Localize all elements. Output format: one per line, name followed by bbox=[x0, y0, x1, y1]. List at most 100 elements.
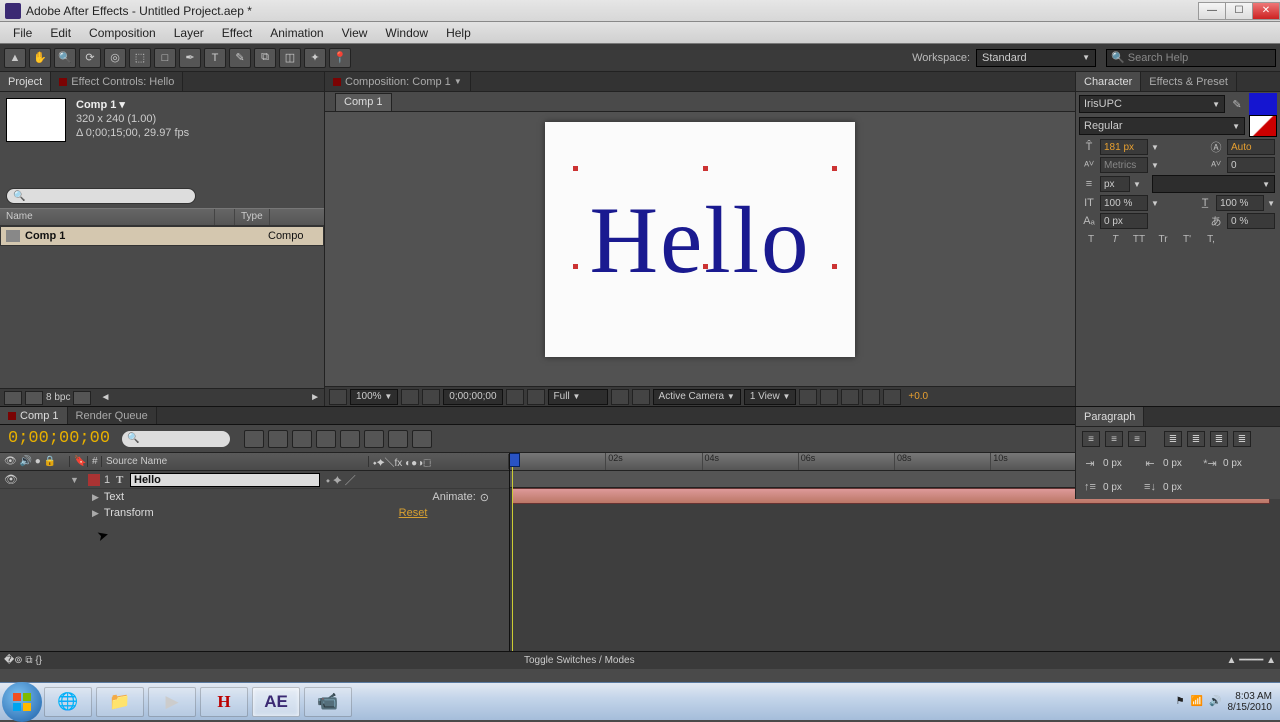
leading-field[interactable]: Auto bbox=[1227, 139, 1275, 155]
kerning-field[interactable]: Metrics bbox=[1100, 157, 1148, 173]
menu-effect[interactable]: Effect bbox=[213, 24, 261, 42]
font-family-select[interactable]: IrisUPC▼ bbox=[1079, 95, 1225, 113]
space-after[interactable]: 0 px bbox=[1163, 482, 1197, 493]
menu-animation[interactable]: Animation bbox=[261, 24, 332, 42]
tray-flag-icon[interactable]: ⚑ bbox=[1176, 696, 1185, 707]
roi-icon[interactable] bbox=[611, 389, 629, 405]
stroke-style-select[interactable]: ▼ bbox=[1152, 175, 1275, 193]
menu-help[interactable]: Help bbox=[437, 24, 480, 42]
bpc-toggle[interactable]: 8 bpc bbox=[46, 392, 70, 403]
tab-character[interactable]: Character bbox=[1076, 72, 1141, 91]
exposure-value[interactable]: +0.0 bbox=[908, 391, 928, 402]
tab-effects-presets[interactable]: Effects & Preset bbox=[1141, 72, 1237, 91]
toggle-switches-button[interactable]: Toggle Switches / Modes bbox=[524, 655, 635, 666]
workspace-select[interactable]: Standard▼ bbox=[976, 49, 1096, 67]
allcaps-button[interactable]: TT bbox=[1130, 234, 1148, 250]
fill-color-swatch[interactable] bbox=[1249, 93, 1277, 115]
playhead[interactable] bbox=[512, 453, 513, 651]
motion-blur-button[interactable] bbox=[340, 430, 360, 448]
text-layer-hello[interactable]: Hello bbox=[589, 185, 810, 295]
current-timecode[interactable]: 0;00;00;00 bbox=[0, 429, 118, 448]
view-select[interactable]: 1 View ▼ bbox=[744, 389, 797, 405]
safe-zones-icon[interactable] bbox=[401, 389, 419, 405]
current-time[interactable]: 0;00;00;00 bbox=[443, 389, 502, 405]
project-search[interactable]: 🔍 bbox=[6, 188, 196, 204]
font-style-select[interactable]: Regular▼ bbox=[1079, 117, 1245, 135]
toggle-switches-icon[interactable]: �⊚ ⧉ {} bbox=[4, 655, 42, 666]
puppet-tool[interactable]: 📍 bbox=[329, 48, 351, 68]
tab-comp1-viewer[interactable]: Comp 1 bbox=[335, 93, 392, 112]
justify-left-button[interactable]: ≣ bbox=[1164, 431, 1182, 447]
align-left-button[interactable]: ≡ bbox=[1082, 431, 1100, 447]
italic-button[interactable]: T bbox=[1106, 234, 1124, 250]
menu-composition[interactable]: Composition bbox=[80, 24, 165, 42]
camera-select[interactable]: Active Camera ▼ bbox=[653, 389, 741, 405]
taskbar-ie[interactable]: 🌐 bbox=[44, 687, 92, 717]
reset-link[interactable]: Reset bbox=[399, 507, 428, 519]
camera-tool[interactable]: ◎ bbox=[104, 48, 126, 68]
tab-composition-header[interactable]: Composition: Comp 1 ▼ bbox=[325, 72, 471, 91]
tray-volume-icon[interactable]: 🔊 bbox=[1209, 696, 1221, 707]
hand-tool[interactable]: ✋ bbox=[29, 48, 51, 68]
start-button[interactable] bbox=[2, 682, 42, 722]
space-before[interactable]: 0 px bbox=[1103, 482, 1137, 493]
menu-edit[interactable]: Edit bbox=[41, 24, 80, 42]
auto-keyframe-button[interactable] bbox=[388, 430, 408, 448]
tab-paragraph[interactable]: Paragraph bbox=[1076, 407, 1144, 426]
tab-effect-controls[interactable]: Effect Controls: Hello bbox=[51, 72, 183, 91]
taskbar-camtasia[interactable]: 📹 bbox=[304, 687, 352, 717]
system-tray[interactable]: ⚑ 📶 🔊 8:03 AM8/15/2010 bbox=[1176, 691, 1280, 713]
layer-color-swatch[interactable] bbox=[88, 474, 100, 486]
project-item-comp1[interactable]: Comp 1 Compo bbox=[0, 226, 324, 246]
taskbar-wmp[interactable]: ▶ bbox=[148, 687, 196, 717]
baseline-field[interactable]: 0 px bbox=[1100, 213, 1148, 229]
draft-3d-button[interactable] bbox=[268, 430, 288, 448]
animate-menu[interactable]: Animate: ⊙ bbox=[432, 491, 489, 504]
composition-viewer[interactable]: Hello bbox=[325, 112, 1075, 386]
subscript-button[interactable]: T, bbox=[1202, 234, 1220, 250]
indent-left[interactable]: 0 px bbox=[1103, 458, 1137, 469]
align-center-button[interactable]: ≡ bbox=[1105, 431, 1123, 447]
tray-network-icon[interactable]: 📶 bbox=[1191, 696, 1203, 707]
tab-render-queue[interactable]: Render Queue bbox=[68, 407, 157, 424]
frame-blend-button[interactable] bbox=[316, 430, 336, 448]
tray-clock[interactable]: 8:03 AM8/15/2010 bbox=[1228, 691, 1273, 713]
justify-all-button[interactable]: ≣ bbox=[1233, 431, 1251, 447]
font-size-field[interactable]: 181 px bbox=[1100, 139, 1148, 155]
timeline-icon[interactable] bbox=[841, 389, 859, 405]
menu-view[interactable]: View bbox=[333, 24, 377, 42]
transparency-icon[interactable] bbox=[632, 389, 650, 405]
comp-mini-flowchart[interactable] bbox=[244, 430, 264, 448]
layer-prop-transform[interactable]: ▶Transform Reset bbox=[0, 505, 509, 521]
eyedropper-icon[interactable]: ✎ bbox=[1229, 96, 1245, 112]
fast-preview-icon[interactable] bbox=[820, 389, 838, 405]
pixel-aspect-icon[interactable] bbox=[799, 389, 817, 405]
channel-icon[interactable] bbox=[527, 389, 545, 405]
stroke-color-swatch[interactable] bbox=[1249, 115, 1277, 137]
close-button[interactable]: ✕ bbox=[1252, 2, 1280, 20]
clone-tool[interactable]: ⧉ bbox=[254, 48, 276, 68]
tab-timeline-comp1[interactable]: Comp 1 bbox=[0, 407, 68, 424]
search-help[interactable]: 🔍 Search Help bbox=[1106, 49, 1276, 67]
visibility-icon[interactable]: 👁 bbox=[4, 473, 18, 486]
menu-window[interactable]: Window bbox=[376, 24, 437, 42]
layer-row-1[interactable]: 👁 ▼ 1 T ⬩ ✦ ／ bbox=[0, 471, 509, 489]
graph-editor-button[interactable] bbox=[412, 430, 432, 448]
hide-shy-button[interactable] bbox=[292, 430, 312, 448]
vscale-field[interactable]: 100 % bbox=[1100, 195, 1148, 211]
pan-behind-tool[interactable]: ⬚ bbox=[129, 48, 151, 68]
grid-icon[interactable] bbox=[422, 389, 440, 405]
layer-prop-text[interactable]: ▶Text Animate: ⊙ bbox=[0, 489, 509, 505]
delete-button[interactable] bbox=[73, 391, 91, 405]
smallcaps-button[interactable]: Tr bbox=[1154, 234, 1172, 250]
shape-tool[interactable]: □ bbox=[154, 48, 176, 68]
zoom-select[interactable]: 100% ▼ bbox=[350, 389, 398, 405]
rotate-tool[interactable]: ⟳ bbox=[79, 48, 101, 68]
brainstorm-button[interactable] bbox=[364, 430, 384, 448]
hscale-field[interactable]: 100 % bbox=[1216, 195, 1264, 211]
interpret-button[interactable] bbox=[4, 391, 22, 405]
tsume-field[interactable]: 0 % bbox=[1227, 213, 1275, 229]
tab-project[interactable]: Project bbox=[0, 72, 51, 91]
justify-right-button[interactable]: ≣ bbox=[1210, 431, 1228, 447]
timeline-search[interactable]: 🔍 bbox=[122, 431, 230, 447]
